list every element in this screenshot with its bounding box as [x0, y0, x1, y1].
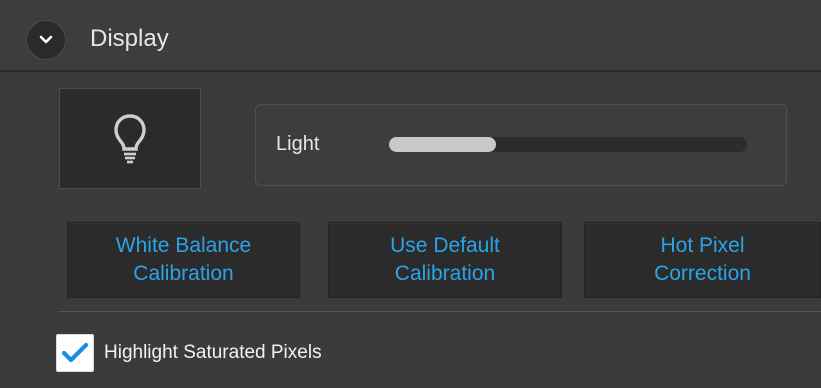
- lightbulb-icon: [114, 113, 146, 163]
- collapse-button[interactable]: [26, 20, 66, 60]
- checkmark-icon: [61, 342, 89, 363]
- light-slider[interactable]: [389, 137, 747, 152]
- use-default-calibration-label: Use Default Calibration: [390, 234, 500, 285]
- light-toggle-button[interactable]: [59, 88, 201, 189]
- section-title: Display: [90, 25, 169, 52]
- white-balance-calibration-label: White Balance Calibration: [115, 234, 252, 285]
- light-control: Light: [255, 104, 787, 186]
- highlight-saturated-pixels-label[interactable]: Highlight Saturated Pixels: [104, 340, 322, 366]
- hot-pixel-correction-label: Hot Pixel Correction: [654, 234, 751, 285]
- display-section-header: Display: [0, 0, 821, 72]
- white-balance-calibration-button[interactable]: White Balance Calibration: [67, 222, 300, 298]
- light-slider-fill: [389, 137, 497, 152]
- highlight-saturated-pixels-checkbox[interactable]: [56, 334, 94, 372]
- hot-pixel-correction-button[interactable]: Hot Pixel Correction: [584, 222, 821, 298]
- divider: [58, 311, 821, 312]
- light-label: Light: [276, 133, 320, 155]
- chevron-down-icon: [39, 35, 53, 44]
- use-default-calibration-button[interactable]: Use Default Calibration: [328, 222, 562, 298]
